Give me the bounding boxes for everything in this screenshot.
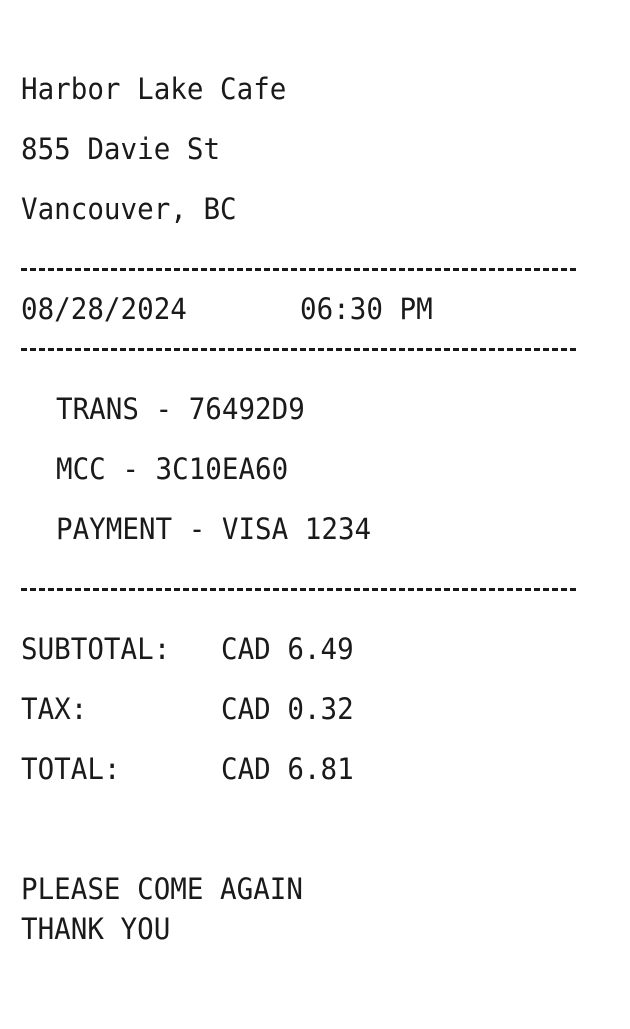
subtotal-value: CAD 6.49 [221, 632, 354, 666]
divider [21, 588, 576, 591]
receipt: Harbor Lake Cafe 855 Davie St Vancouver,… [0, 0, 630, 1029]
receipt-date: 08/28/2024 [21, 292, 187, 326]
footer-thanks: THANK YOU [21, 912, 171, 946]
tax-label: TAX: [21, 692, 88, 726]
merchant-city: Vancouver, BC [21, 192, 237, 226]
total-value: CAD 6.81 [221, 752, 354, 786]
receipt-time: 06:30 PM [300, 292, 433, 326]
total-label: TOTAL: [21, 752, 121, 786]
payment-method: PAYMENT - VISA 1234 [56, 512, 372, 546]
divider [21, 268, 576, 271]
mcc-code: MCC - 3C10EA60 [56, 452, 289, 486]
subtotal-label: SUBTOTAL: [21, 632, 171, 666]
footer-message: PLEASE COME AGAIN [21, 872, 303, 906]
merchant-address: 855 Davie St [21, 132, 221, 166]
merchant-name: Harbor Lake Cafe [21, 72, 287, 106]
tax-value: CAD 0.32 [221, 692, 354, 726]
divider [21, 348, 576, 351]
transaction-id: TRANS - 76492D9 [56, 392, 305, 426]
